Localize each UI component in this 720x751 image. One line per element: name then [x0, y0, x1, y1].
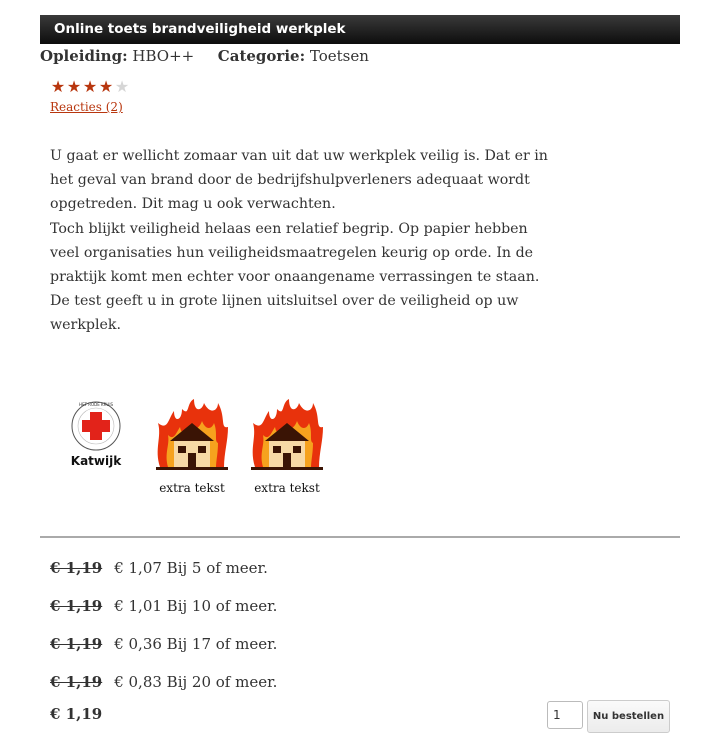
- star-icon: ★: [66, 77, 82, 96]
- tier-price: € 0,36 Bij 17 of meer.: [114, 635, 278, 653]
- price-tier: € 1,19 € 0,83 Bij 20 of meer.: [50, 673, 277, 691]
- description-paragraph: U gaat er wellicht zomaar van uit dat uw…: [50, 148, 548, 213]
- red-cross-katwijk-logo: HET RODE KRUIS Katwijk: [62, 397, 130, 472]
- fire-house-icon: [156, 399, 228, 470]
- old-price: € 1,19: [50, 559, 103, 577]
- star-empty-icon: ★: [114, 77, 130, 96]
- opleiding-value: HBO++: [132, 47, 195, 65]
- product-description: U gaat er wellicht zomaar van uit dat uw…: [50, 144, 550, 338]
- tier-price: € 1,07 Bij 5 of meer.: [114, 559, 268, 577]
- fire-logo-caption: extra tekst: [254, 481, 320, 495]
- fire-house-icon: [251, 399, 323, 470]
- star-icon: ★: [98, 77, 114, 96]
- star-icon: ★: [82, 77, 98, 96]
- opleiding-label: Opleiding:: [40, 47, 128, 65]
- fire-house-logo: extra tekst: [247, 397, 327, 495]
- svg-text:HET RODE KRUIS: HET RODE KRUIS: [79, 402, 114, 407]
- tier-price: € 1,01 Bij 10 of meer.: [114, 597, 278, 615]
- price-tier: € 1,19 € 1,01 Bij 10 of meer.: [50, 597, 277, 615]
- old-price: € 1,19: [50, 597, 103, 615]
- star-rating: ★ ★ ★ ★ ★: [50, 78, 130, 96]
- description-paragraph: Toch blijkt veiligheid helaas een relati…: [50, 220, 540, 334]
- price-tier: € 1,19 € 0,36 Bij 17 of meer.: [50, 635, 277, 653]
- page-title: Online toets brandveiligheid werkplek: [40, 15, 680, 44]
- star-icon: ★: [50, 77, 66, 96]
- tier-price: € 0,83 Bij 20 of meer.: [114, 673, 278, 691]
- price-tier: € 1,19 € 1,07 Bij 5 of meer.: [50, 559, 268, 577]
- product-meta: Opleiding: HBO++ Categorie: Toetsen: [40, 47, 369, 65]
- final-price: € 1,19: [50, 705, 103, 723]
- quantity-input[interactable]: [547, 701, 583, 729]
- old-price: € 1,19: [50, 673, 103, 691]
- categorie-value: Toetsen: [309, 47, 369, 65]
- order-button[interactable]: Nu bestellen: [587, 700, 670, 733]
- divider: [40, 536, 680, 538]
- categorie-label: Categorie:: [217, 47, 306, 65]
- fire-logo-caption: extra tekst: [159, 481, 225, 495]
- old-price: € 1,19: [50, 635, 103, 653]
- svg-text:Katwijk: Katwijk: [71, 454, 122, 468]
- reviews-link[interactable]: Reacties (2): [50, 100, 123, 114]
- fire-house-logo: extra tekst: [152, 397, 232, 495]
